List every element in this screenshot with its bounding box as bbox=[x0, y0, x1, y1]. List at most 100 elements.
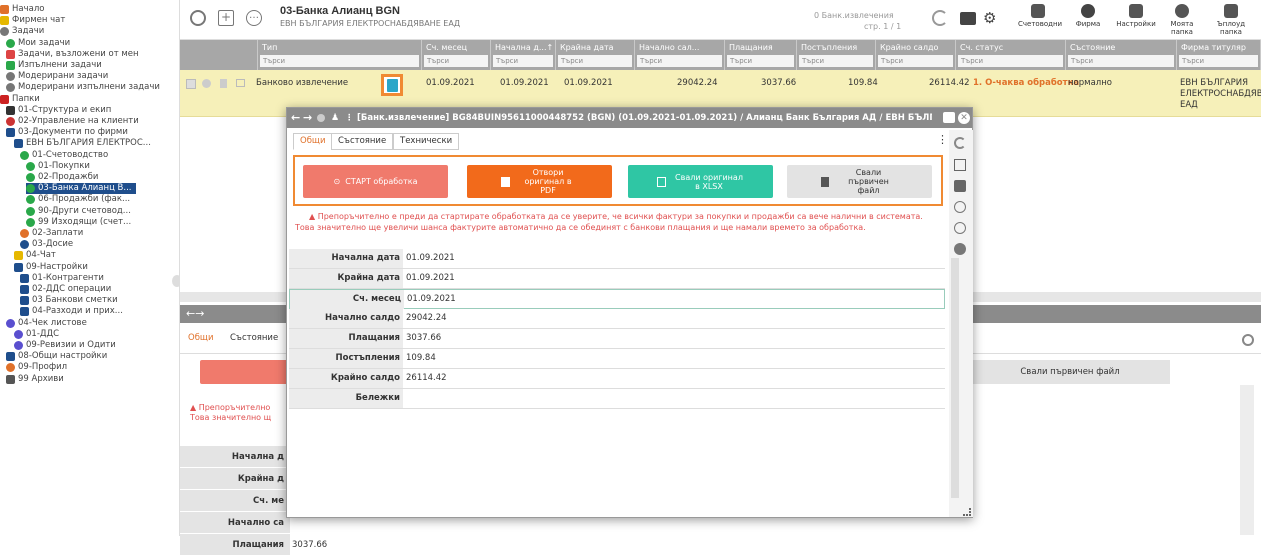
sidebar-item[interactable]: 99 Изходящи (счет... bbox=[26, 217, 131, 228]
row-checkbox[interactable] bbox=[186, 79, 196, 89]
resize-handle-icon[interactable] bbox=[963, 508, 971, 516]
menu-dots-icon[interactable]: ⋮ bbox=[345, 108, 354, 128]
sidebar-item[interactable]: 08-Общи настройки bbox=[6, 351, 107, 362]
company-icon[interactable]: Фирма bbox=[1068, 4, 1108, 28]
upload-folder-icon[interactable]: Ъплоуд папка bbox=[1206, 4, 1256, 36]
refresh-icon[interactable] bbox=[954, 137, 966, 149]
sidebar-item[interactable]: Мои задачи bbox=[6, 38, 70, 49]
field-notes[interactable]: Бележки bbox=[289, 389, 945, 409]
settings-nav-icon[interactable]: Настройки bbox=[1116, 4, 1156, 28]
sidebar-item[interactable]: 09-Ревизии и Одити bbox=[14, 340, 116, 351]
sidebar-item[interactable]: 01-ДДС bbox=[14, 329, 59, 340]
column-filter-input[interactable]: Търси bbox=[958, 55, 1063, 67]
column-header[interactable]: Начално сал... Търси bbox=[635, 40, 725, 70]
modal-menu-icon[interactable]: ⋮ bbox=[937, 133, 948, 146]
tab-technical[interactable]: Технически bbox=[393, 133, 460, 150]
sidebar-item[interactable]: ЕВН БЪЛГАРИЯ ЕЛЕКТРОС... bbox=[14, 138, 151, 149]
sidebar-item[interactable]: Модерирани изпълнени задачи bbox=[6, 82, 160, 93]
sidebar-item[interactable]: Изпълнени задачи bbox=[6, 60, 102, 71]
history-icon[interactable] bbox=[954, 222, 966, 234]
search-icon[interactable] bbox=[190, 10, 206, 26]
column-header[interactable]: Сч. статус Търси bbox=[956, 40, 1066, 70]
start-processing-button[interactable]: ⊙ СТАРТ обработка bbox=[303, 165, 448, 198]
sidebar-item[interactable]: Фирмен чат bbox=[0, 15, 65, 26]
close-icon[interactable]: ✕ bbox=[958, 112, 970, 124]
message-icon[interactable] bbox=[960, 12, 976, 25]
settings-icon[interactable]: ⚙ bbox=[983, 10, 1001, 26]
sidebar-item[interactable]: 01-Покупки bbox=[26, 161, 90, 172]
sidebar-item[interactable]: 03-Документи по фирми bbox=[6, 127, 128, 138]
column-header[interactable]: Сч. месец Търси bbox=[422, 40, 491, 70]
column-filter-input[interactable]: Търси bbox=[878, 55, 953, 67]
header-controls[interactable] bbox=[180, 40, 258, 70]
sidebar-item[interactable]: 01-Счетоводство bbox=[20, 150, 108, 161]
sidebar-item[interactable]: 02-Продажби bbox=[26, 172, 98, 183]
sidebar-item[interactable]: 01-Структура и екип bbox=[6, 105, 111, 116]
column-header[interactable]: Постъпления Търси bbox=[797, 40, 876, 70]
accounting-icon[interactable]: Счетоводни bbox=[1018, 4, 1062, 28]
field-month[interactable]: Сч. месец 01.09.2021 bbox=[289, 289, 945, 309]
my-folder-icon[interactable]: Моята папка bbox=[1160, 4, 1204, 36]
sidebar-item[interactable]: 09-Настройки bbox=[14, 262, 88, 273]
sidebar-item[interactable]: 03 Банкови сметки bbox=[20, 295, 118, 306]
tab-state[interactable]: Състояние bbox=[331, 133, 394, 150]
column-filter-input[interactable]: Търси bbox=[1179, 55, 1258, 67]
column-header[interactable]: Тип Търси bbox=[258, 40, 422, 70]
sidebar-item[interactable]: Задачи bbox=[0, 26, 44, 37]
column-header[interactable]: Състояние Търси bbox=[1066, 40, 1177, 70]
add-icon[interactable]: + bbox=[218, 10, 234, 26]
sidebar-item[interactable]: 03-Банка Алианц В... bbox=[26, 183, 136, 195]
sidebar-item[interactable]: 04-Чек листове bbox=[6, 318, 87, 329]
check-icon[interactable] bbox=[954, 201, 966, 213]
open-pdf-button[interactable]: Отвори оригинал в PDF bbox=[467, 165, 612, 198]
column-filter-input[interactable]: Търси bbox=[1068, 55, 1174, 67]
sidebar-item[interactable]: 04-Чат bbox=[14, 250, 56, 261]
info-icon[interactable] bbox=[954, 243, 966, 255]
column-header[interactable]: Фирма титуляр Търси bbox=[1177, 40, 1261, 70]
column-filter-input[interactable]: Търси bbox=[424, 55, 488, 67]
lower-tab-general[interactable]: Общи bbox=[188, 333, 213, 343]
sidebar-item[interactable]: 06-Продажби (фак... bbox=[26, 194, 130, 205]
forward-icon[interactable]: → bbox=[303, 108, 312, 128]
lower-tab-state[interactable]: Състояние bbox=[230, 333, 278, 343]
column-header[interactable]: Начална д...↑ Търси bbox=[491, 40, 556, 70]
lower-start-button[interactable] bbox=[200, 360, 290, 384]
column-header[interactable]: Крайна дата Търси bbox=[556, 40, 635, 70]
collapse-handle-icon[interactable] bbox=[172, 275, 179, 287]
column-filter-input[interactable]: Търси bbox=[558, 55, 632, 67]
back-forward-icon[interactable]: ←→ bbox=[186, 307, 204, 320]
modal-scrollbar[interactable] bbox=[951, 258, 959, 498]
sidebar-item[interactable]: 90-Други счетовод... bbox=[26, 206, 131, 217]
sidebar-item[interactable]: Папки bbox=[0, 94, 40, 105]
bell-icon[interactable]: ♟ bbox=[331, 108, 339, 128]
column-filter-input[interactable]: Търси bbox=[493, 55, 553, 67]
grid-view-icon[interactable] bbox=[954, 159, 966, 171]
chat-icon[interactable] bbox=[943, 112, 955, 123]
comment-icon[interactable] bbox=[954, 180, 966, 192]
lower-side-icons[interactable] bbox=[1242, 334, 1254, 346]
sidebar-item[interactable]: 02-Заплати bbox=[20, 228, 83, 239]
sidebar-item[interactable]: 09-Профил bbox=[6, 362, 67, 373]
column-filter-input[interactable]: Търси bbox=[637, 55, 722, 67]
column-filter-input[interactable]: Търси bbox=[799, 55, 873, 67]
column-header[interactable]: Крайно салдо Търси bbox=[876, 40, 956, 70]
refresh-icon[interactable] bbox=[932, 10, 948, 26]
more-icon[interactable]: … bbox=[246, 10, 262, 26]
document-icon[interactable] bbox=[381, 74, 403, 96]
sidebar-item[interactable]: Задачи, възложени от мен bbox=[6, 49, 139, 60]
sidebar-item[interactable]: 04-Разходи и прих... bbox=[20, 306, 123, 317]
column-filter-input[interactable]: Търси bbox=[727, 55, 794, 67]
column-filter-input[interactable]: Търси bbox=[260, 55, 419, 67]
sidebar-item[interactable]: Начало bbox=[0, 4, 44, 15]
lower-scrollbar[interactable] bbox=[1240, 385, 1254, 535]
sidebar-item[interactable]: 03-Досие bbox=[20, 239, 73, 250]
download-raw-button[interactable]: Свали първичен файл bbox=[787, 165, 932, 198]
sidebar-item[interactable]: 01-Контрагенти bbox=[20, 273, 104, 284]
tab-general[interactable]: Общи bbox=[293, 133, 333, 150]
download-xlsx-button[interactable]: Свали оригинал в XLSX bbox=[628, 165, 773, 198]
lower-download-button[interactable]: Свали първичен файл bbox=[970, 360, 1170, 384]
sidebar-item[interactable]: 02-Управление на клиенти bbox=[6, 116, 139, 127]
column-header[interactable]: Плащания Търси bbox=[725, 40, 797, 70]
sidebar-item[interactable]: 99 Архиви bbox=[6, 374, 64, 385]
back-icon[interactable]: ← bbox=[291, 108, 300, 128]
